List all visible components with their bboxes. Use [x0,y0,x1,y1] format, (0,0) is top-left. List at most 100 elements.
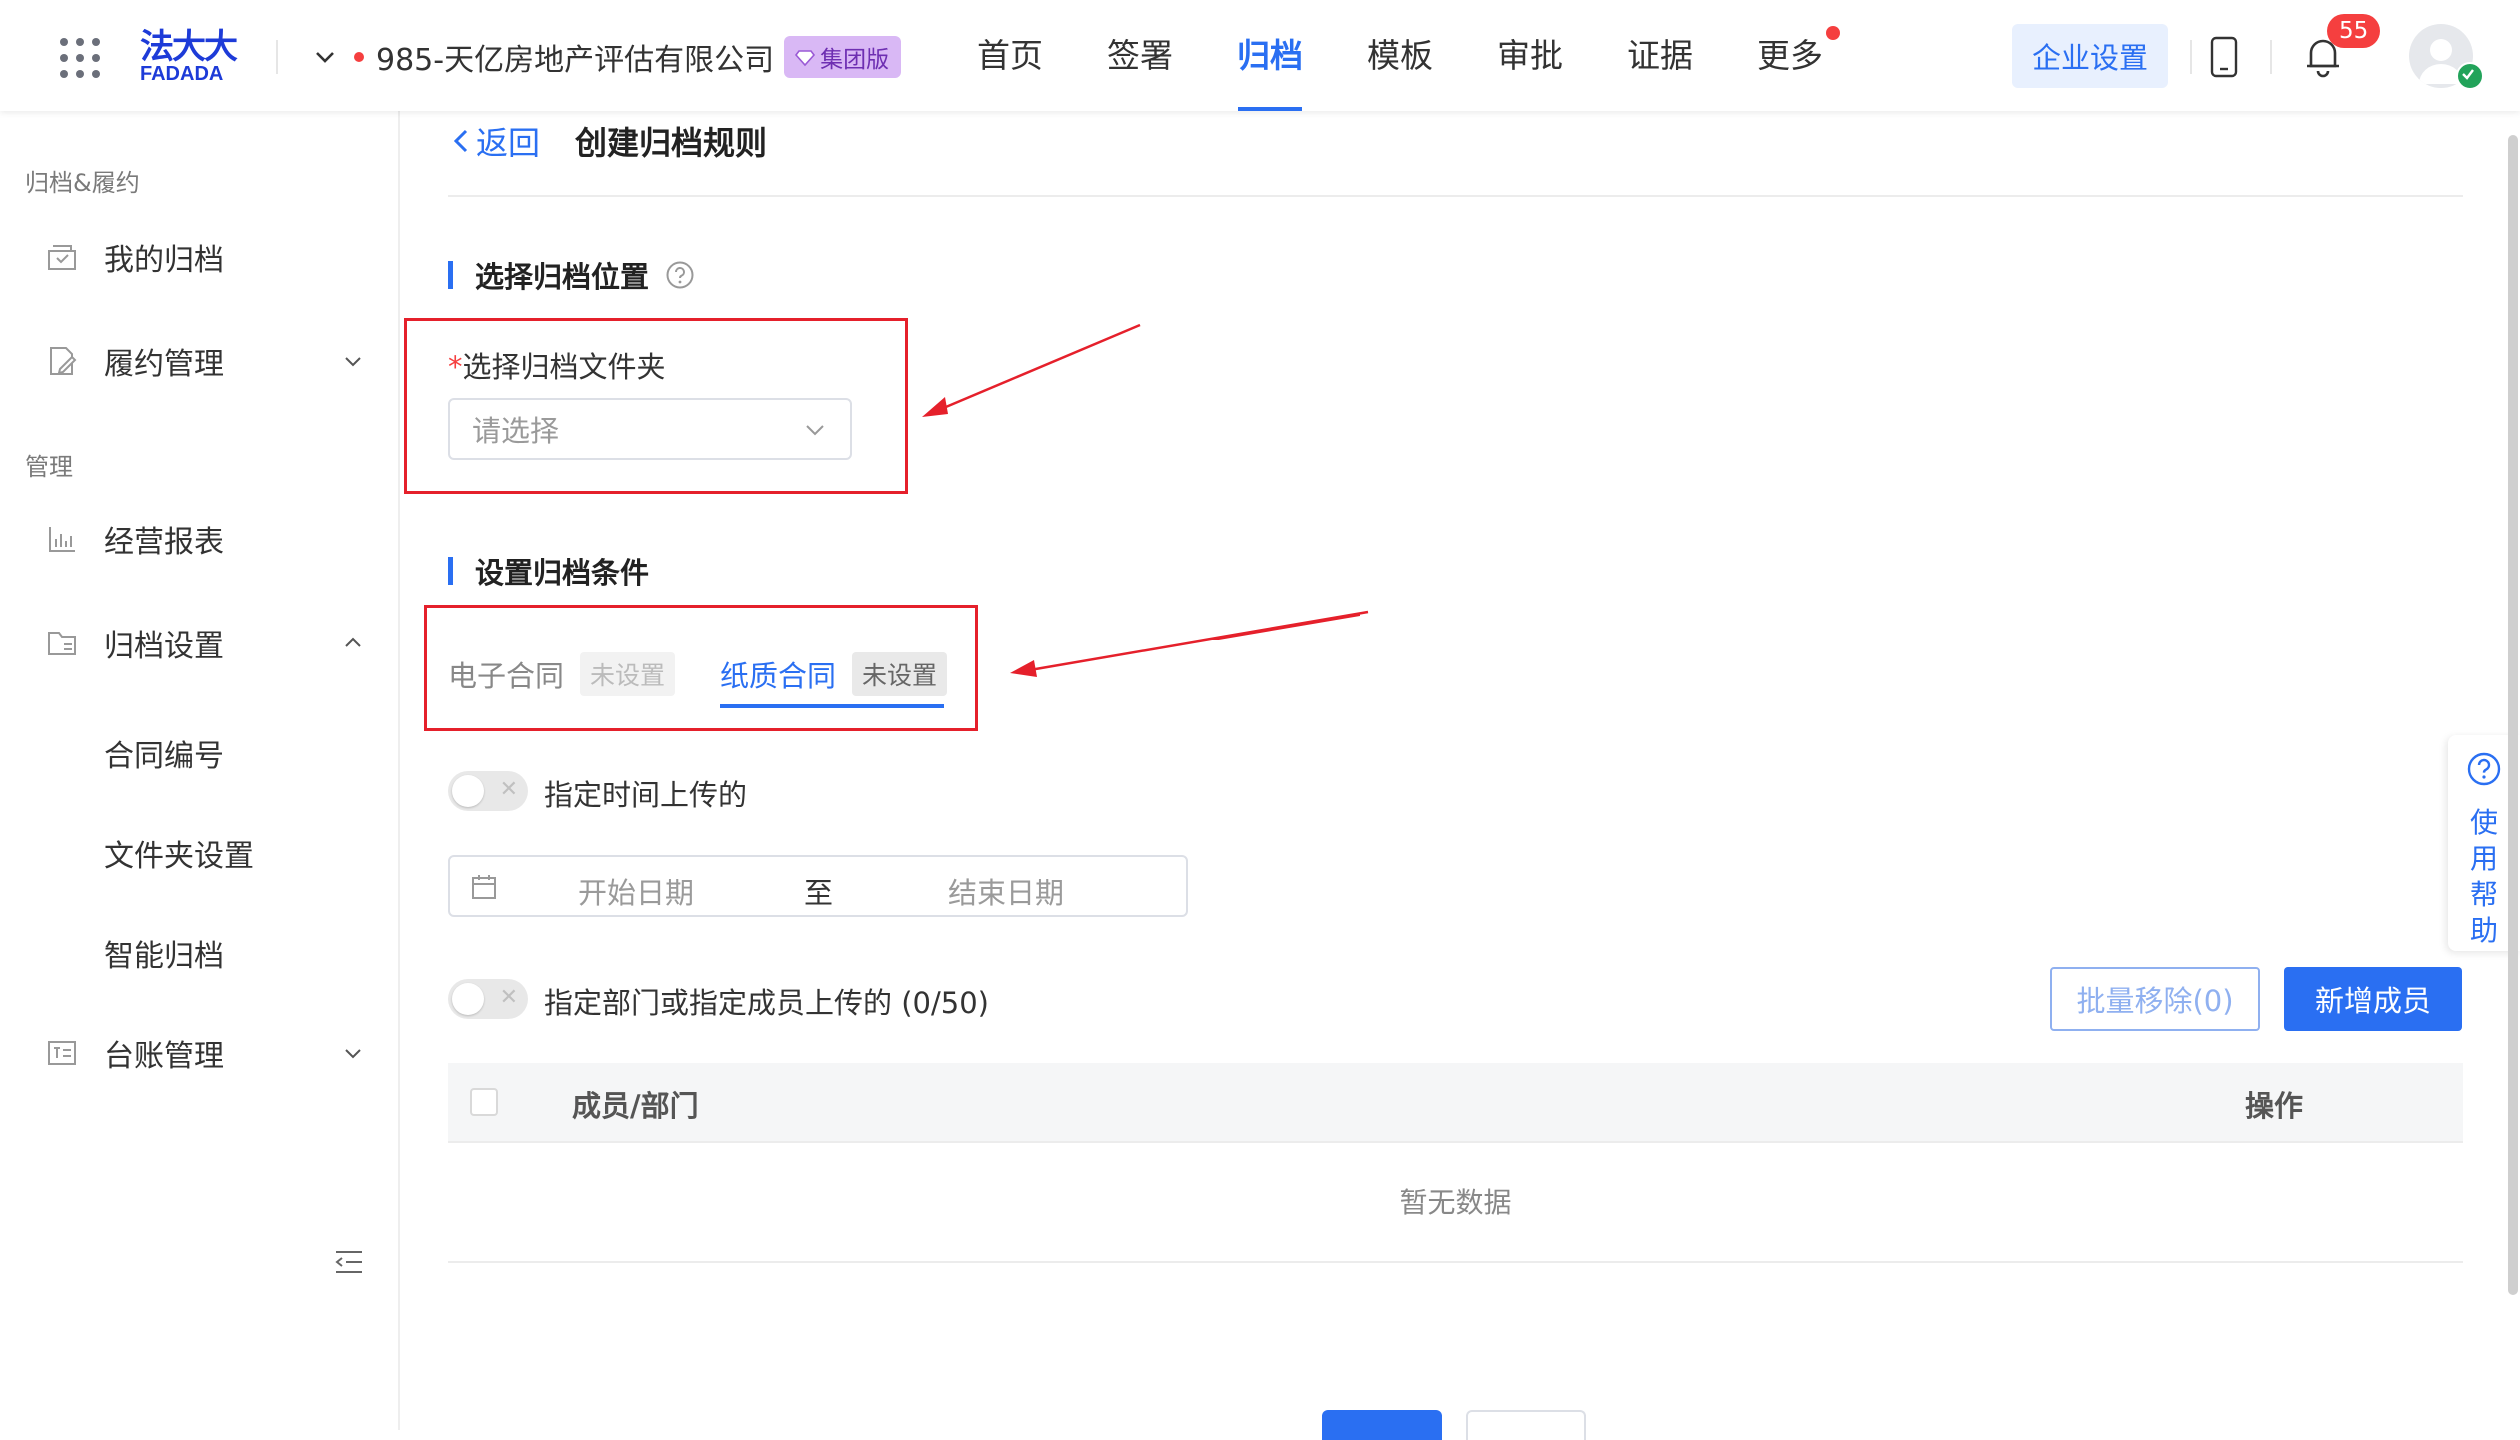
tab-electronic-contract[interactable]: 电子合同 未设置 [448,652,676,696]
sidebar-item-label: 归档设置 [104,629,224,664]
section-title-text: 设置归档条件 [475,556,650,590]
annotation-arrow-2 [1010,610,1369,677]
toggle-member-label: 指定部门或指定成员上传的 (0/50) [544,986,989,1020]
sidebar-item-fulfillment[interactable]: 履约管理 [46,331,366,391]
nav-label: 归档 [1237,36,1303,75]
tab-status-tag: 未设置 [852,652,948,696]
sidebar-group-manage: 管理 [25,453,73,481]
member-table-header: 成员/部门 操作 [448,1063,2463,1143]
badge-label: 集团版 [820,47,890,73]
required-mark: * [448,350,463,384]
select-all-checkbox[interactable] [470,1088,498,1116]
annotation-arrows [922,323,1360,640]
nav-label: 证据 [1627,36,1693,75]
sidebar-subitem-folder-settings[interactable]: 文件夹设置 [104,831,254,875]
fadada-logo[interactable]: 法大大 FADADA [140,30,245,84]
toggle-time-label: 指定时间上传的 [544,778,748,812]
nav-archive[interactable]: 归档 [1230,0,1310,111]
sidebar-item-label: 我的归档 [104,243,224,278]
mobile-phone-icon[interactable] [2210,36,2238,78]
sidebar-item-ledger[interactable]: 台账管理 [46,1023,366,1083]
active-tab-indicator [720,704,944,708]
chevron-down-icon [345,1049,361,1059]
tab-label: 电子合同 [448,659,565,693]
section-title-archive-conditions: 设置归档条件 [448,550,649,592]
confirm-button[interactable] [1322,1410,1442,1440]
logo-text-en: FADADA [140,63,224,85]
tab-label: 纸质合同 [720,659,837,693]
collapse-sidebar-icon[interactable] [334,1249,364,1275]
table-empty-state: 暂无数据 [448,1141,2463,1263]
divider [2270,40,2272,74]
group-edition-badge: 集团版 [784,36,902,78]
notification-count-badge: 55 [2327,14,2381,48]
divider [276,40,278,74]
header-divider [448,195,2463,197]
question-circle-icon[interactable] [665,260,695,290]
logo-text-cn: 法大大 [140,27,238,67]
batch-remove-button[interactable]: 批量移除(0) [2050,967,2260,1031]
company-name: 985-天亿房地产评估有限公司 [376,43,775,78]
folder-icon [48,632,76,655]
date-range-picker[interactable]: 开始日期 至 结束日期 [448,855,1188,917]
sidebar-subitem-contract-number[interactable]: 合同编号 [104,731,224,775]
nav-evidence[interactable]: 证据 [1620,0,1700,111]
toggle-knob [452,775,484,807]
chevron-down-icon [316,52,334,63]
field-label-text: 选择归档文件夹 [462,350,666,384]
sidebar-subitem-smart-archive[interactable]: 智能归档 [104,931,224,975]
question-circle-icon [2467,752,2501,786]
toggle-off-icon: ✕ [499,777,518,802]
chevron-up-icon [345,637,361,647]
archive-box-icon [48,245,76,270]
sidebar-item-label: 履约管理 [104,347,224,382]
nav-label: 审批 [1497,36,1563,75]
enterprise-settings-button[interactable]: 企业设置 [2012,24,2168,88]
nav-home[interactable]: 首页 [970,0,1050,111]
chevron-down-icon [345,357,361,367]
top-navigation-bar: 法大大 FADADA 985-天亿房地产评估有限公司 集团版 首页 签署 归档 … [0,0,2520,111]
column-header-member: 成员/部门 [572,1089,699,1123]
nav-label: 首页 [977,36,1043,75]
nav-more[interactable]: 更多 [1750,0,1840,111]
section-title-text: 选择归档位置 [475,260,650,294]
start-date-placeholder: 开始日期 [578,876,695,910]
section-accent-bar [448,261,453,289]
toggle-specified-member[interactable]: ✕ [448,979,528,1019]
notification-dot [1826,26,1840,40]
company-switcher[interactable]: 985-天亿房地产评估有限公司 集团版 [312,32,902,82]
back-label: 返回 [476,124,541,162]
column-header-action: 操作 [2244,1089,2303,1123]
chevron-left-icon [453,129,468,153]
sidebar-item-my-archive[interactable]: 我的归档 [46,227,366,287]
sidebar-group-archive: 归档&履约 [25,169,140,197]
add-member-button[interactable]: 新增成员 [2284,967,2462,1031]
section-accent-bar [448,557,453,585]
date-separator: 至 [804,876,834,910]
back-link[interactable]: 返回 [450,118,540,164]
vertical-scrollbar[interactable] [2508,135,2518,1295]
nav-template[interactable]: 模板 [1360,0,1440,111]
calendar-icon [472,875,496,899]
nav-label: 签署 [1107,36,1173,75]
tab-paper-contract[interactable]: 纸质合同 未设置 [720,652,948,696]
nav-sign[interactable]: 签署 [1100,0,1180,111]
end-date-placeholder: 结束日期 [948,876,1065,910]
nav-approval[interactable]: 审批 [1490,0,1570,111]
sidebar-item-archive-settings[interactable]: 归档设置 [46,613,366,673]
nav-label: 模板 [1367,36,1433,75]
sidebar-item-reports[interactable]: 经营报表 [46,509,366,569]
app-grid-icon[interactable] [60,38,100,78]
status-dot [354,52,364,62]
toggle-knob [452,983,484,1015]
page-title: 创建归档规则 [575,124,768,162]
toggle-specified-time[interactable]: ✕ [448,771,528,811]
folder-field-label: *选择归档文件夹 [448,344,666,386]
divider [2190,40,2192,74]
ledger-icon [48,1041,76,1065]
cancel-button[interactable] [1466,1410,1586,1440]
nav-label: 更多 [1757,36,1823,75]
archive-folder-select[interactable]: 请选择 [448,398,852,460]
main-nav: 首页 签署 归档 模板 审批 证据 更多 [970,0,1880,111]
bar-chart-icon [49,527,75,552]
